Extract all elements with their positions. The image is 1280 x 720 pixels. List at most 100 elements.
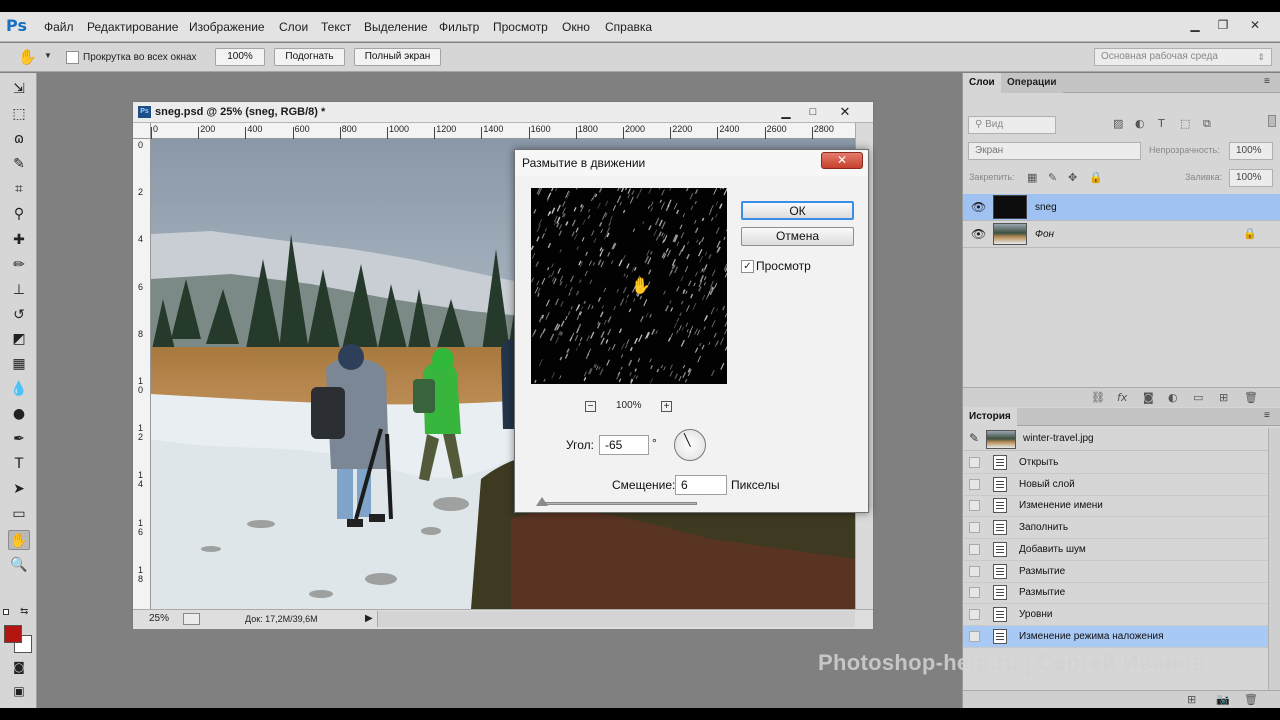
zoom-out-icon[interactable]: − [585, 401, 596, 412]
foreground-color-swatch[interactable] [4, 625, 22, 643]
horizontal-scrollbar[interactable] [377, 611, 855, 627]
stamp-tool-icon[interactable]: ⊥ [8, 280, 30, 300]
fill-input[interactable]: 100% [1229, 169, 1273, 187]
ok-button[interactable]: ОК [741, 201, 854, 220]
menu-view[interactable]: Просмотр [493, 20, 548, 34]
lock-all-icon[interactable]: 🔒 [1089, 171, 1103, 184]
brush-tool-icon[interactable]: ✏ [8, 255, 30, 275]
healing-tool-icon[interactable]: ✚ [8, 230, 30, 250]
visibility-eye-icon[interactable]: 👁 [971, 227, 986, 241]
history-brush-source-icon[interactable]: ✎ [969, 431, 979, 445]
distance-slider-track[interactable] [539, 502, 697, 505]
menu-window[interactable]: Окно [562, 20, 590, 34]
layer-style-icon[interactable]: fx [1117, 391, 1127, 404]
history-item[interactable]: Заполнить [963, 517, 1268, 540]
history-source-checkbox[interactable] [969, 543, 980, 555]
angle-input[interactable]: -65 [599, 435, 649, 455]
preview-checkbox[interactable]: ✓ [741, 260, 754, 273]
pen-tool-icon[interactable]: ✒ [8, 429, 30, 449]
gradient-tool-icon[interactable]: ▦ [8, 354, 30, 374]
layer-filter-select[interactable]: ⚲ Вид [968, 116, 1056, 134]
eyedropper-tool-icon[interactable]: ⚲ [8, 204, 30, 224]
history-item[interactable]: Новый слой [963, 474, 1268, 496]
quick-select-tool-icon[interactable]: ✎ [8, 154, 30, 174]
history-source-checkbox[interactable] [969, 630, 980, 642]
crop-tool-icon[interactable]: ⌗ [8, 179, 30, 199]
history-item[interactable]: Добавить шум [963, 539, 1268, 561]
doc-maximize-icon[interactable]: □ [800, 103, 826, 121]
marquee-tool-icon[interactable]: ⬚ [8, 104, 30, 124]
adjustment-layer-icon[interactable]: ◐ [1168, 391, 1178, 404]
opacity-input[interactable]: 100% [1229, 142, 1273, 160]
layer-row-sneg[interactable]: 👁 sneg [963, 194, 1280, 221]
doc-close-icon[interactable]: ✕ [832, 103, 858, 121]
zoom-in-icon[interactable]: + [661, 401, 672, 412]
close-icon[interactable]: ✕ [1243, 16, 1267, 34]
cancel-button[interactable]: Отмена [741, 227, 854, 246]
menu-filter[interactable]: Фильтр [439, 20, 479, 34]
lasso-tool-icon[interactable]: ɷ [8, 129, 30, 149]
chevron-down-icon[interactable]: ▼ [44, 51, 52, 60]
history-item[interactable]: Размытие [963, 561, 1268, 583]
shape-tool-icon[interactable]: ▭ [8, 504, 30, 524]
filter-toggle-icon[interactable] [1268, 115, 1276, 127]
filter-smart-object-icon[interactable]: ⧉ [1203, 117, 1211, 131]
menu-type[interactable]: Текст [321, 20, 351, 34]
history-item[interactable]: Изменение имени [963, 495, 1268, 518]
distance-slider-thumb[interactable] [536, 497, 548, 506]
history-source-checkbox[interactable] [969, 522, 980, 534]
status-preview-icon[interactable] [183, 613, 200, 625]
hand-tool-preset-icon[interactable]: ✋ [18, 48, 37, 66]
history-source-checkbox[interactable] [969, 608, 980, 620]
tab-operations[interactable]: Операции [1001, 73, 1063, 93]
swap-colors-icon[interactable]: ⇆ [20, 606, 28, 617]
history-source-checkbox[interactable] [969, 500, 980, 512]
menu-file[interactable]: Файл [44, 20, 74, 34]
new-layer-icon[interactable]: ⊞ [1219, 391, 1228, 404]
type-tool-icon[interactable]: T [8, 454, 30, 474]
history-item[interactable]: Открыть [963, 452, 1268, 474]
history-scrollbar[interactable] [1268, 428, 1280, 690]
quick-mask-icon[interactable]: ◙ [8, 657, 30, 677]
dodge-tool-icon[interactable]: ● [8, 404, 30, 424]
menu-edit[interactable]: Редактирование [87, 20, 178, 34]
restore-icon[interactable]: ❐ [1211, 16, 1235, 34]
delete-layer-icon[interactable]: 🗑 [1244, 391, 1258, 404]
lock-transparency-icon[interactable]: ▦ [1027, 171, 1037, 184]
link-layers-icon[interactable]: ⛓ [1091, 391, 1105, 404]
zoom-100-button[interactable]: 100% [215, 48, 265, 66]
screen-mode-icon[interactable]: ▣ [8, 681, 30, 701]
menu-layers[interactable]: Слои [279, 20, 308, 34]
layer-mask-icon[interactable]: ◙ [1143, 391, 1154, 404]
lock-position-icon[interactable]: ✥ [1068, 171, 1077, 184]
tab-layers[interactable]: Слои [963, 73, 1001, 93]
menu-select[interactable]: Выделение [364, 20, 428, 34]
new-snapshot-icon[interactable]: 📷 [1216, 693, 1230, 706]
layer-row-background[interactable]: 👁 Фон 🔒 [963, 221, 1280, 248]
delete-state-icon[interactable]: 🗑 [1244, 693, 1258, 706]
menu-help[interactable]: Справка [605, 20, 652, 34]
history-menu-icon[interactable]: ≡ [1264, 410, 1270, 421]
minimize-icon[interactable]: ▁ [1183, 16, 1207, 34]
zoom-tool-icon[interactable]: 🔍 [8, 555, 30, 575]
blend-mode-select[interactable]: Экран [968, 142, 1141, 160]
workspace-select[interactable]: Основная рабочая среда ⇕ [1094, 48, 1272, 66]
eraser-tool-icon[interactable]: ◩ [8, 329, 30, 349]
layer-name[interactable]: sneg [1035, 202, 1057, 213]
filter-type-icon[interactable]: T [1158, 117, 1165, 130]
filter-shape-icon[interactable]: ⬚ [1180, 117, 1190, 130]
history-source-checkbox[interactable] [969, 587, 980, 599]
move-tool-icon[interactable]: ⇲ [8, 79, 30, 99]
zoom-level[interactable]: 25% [149, 613, 169, 624]
doc-minimize-icon[interactable]: ▁ [773, 103, 799, 121]
new-group-icon[interactable]: ▭ [1193, 391, 1203, 404]
history-source-checkbox[interactable] [969, 478, 980, 490]
history-source-checkbox[interactable] [969, 565, 980, 577]
panel-menu-icon[interactable]: ≡ [1264, 76, 1270, 87]
blur-tool-icon[interactable]: 💧 [8, 379, 30, 399]
scroll-all-checkbox[interactable] [66, 51, 79, 64]
lock-paint-icon[interactable]: ✎ [1048, 171, 1057, 184]
history-brush-tool-icon[interactable]: ↺ [8, 305, 30, 325]
blur-preview[interactable]: ✋ [531, 188, 727, 384]
history-item[interactable]: Размытие [963, 582, 1268, 605]
